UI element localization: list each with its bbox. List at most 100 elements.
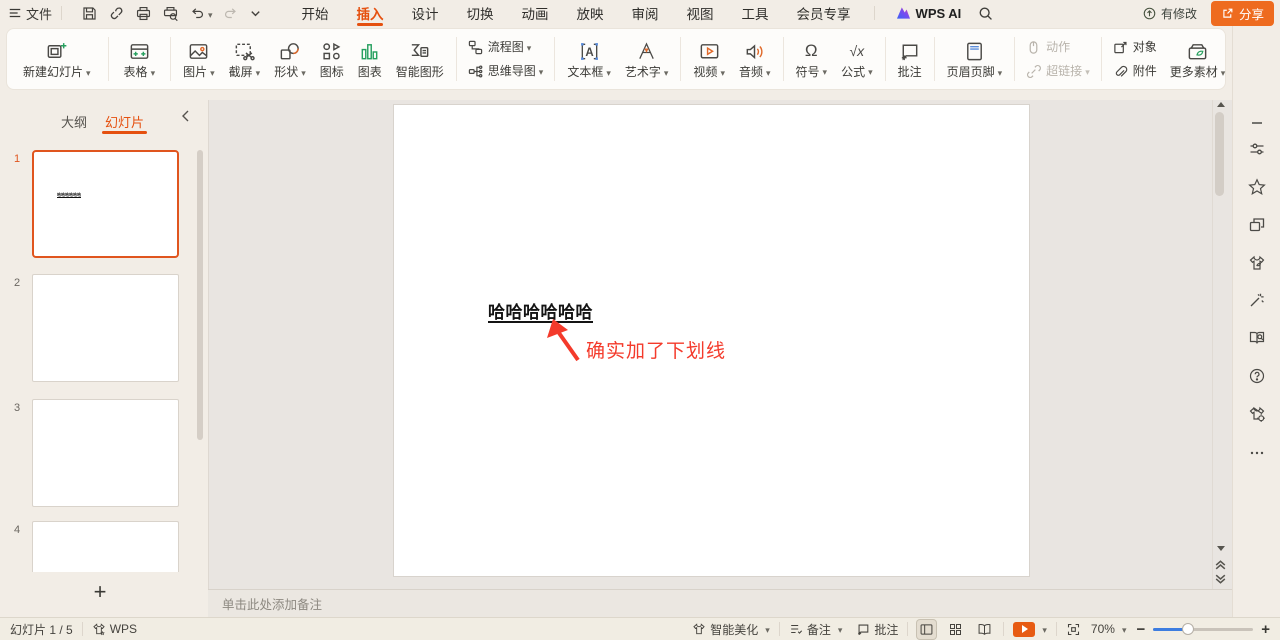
tab-home[interactable]: 开始: [288, 0, 343, 26]
print-icon[interactable]: [135, 5, 152, 22]
slide-number: 3: [14, 402, 20, 414]
ribbon-screenshot-button[interactable]: 截屏: [222, 40, 268, 79]
divider: [61, 6, 62, 20]
print-preview-icon[interactable]: [162, 5, 179, 22]
ribbon-audio-button[interactable]: 音频: [732, 40, 778, 79]
adjust-sliders-icon[interactable]: [1233, 140, 1280, 158]
skin-clothes-gear-icon[interactable]: [1233, 405, 1280, 423]
ribbon-smart-graphic-button[interactable]: 智能图形: [389, 40, 451, 78]
toolbar-more-chevron-icon[interactable]: [249, 7, 262, 20]
red-arrow-annotation[interactable]: [546, 318, 584, 362]
reading-view-button[interactable]: [975, 620, 994, 639]
ribbon-chart-button[interactable]: 图表: [351, 40, 389, 78]
tab-tools[interactable]: 工具: [728, 0, 783, 26]
ribbon-mindmap-button[interactable]: 思维导图: [468, 64, 544, 79]
tab-animation[interactable]: 动画: [508, 0, 563, 26]
flowchart-icon: [468, 40, 483, 55]
tab-slides[interactable]: 幻灯片: [102, 108, 147, 134]
comment-toggle-button[interactable]: 批注: [856, 621, 898, 638]
more-dots-icon[interactable]: [1233, 444, 1280, 462]
notes-placeholder: 单击此处添加备注: [222, 594, 322, 613]
ribbon-table-button[interactable]: 表格: [114, 40, 166, 79]
thumbnail-text: 哈哈哈哈哈哈: [57, 192, 81, 198]
fit-to-window-button[interactable]: [1066, 622, 1081, 637]
magic-wand-icon[interactable]: [1233, 291, 1280, 309]
export-pin-icon[interactable]: [108, 5, 125, 22]
wps-skin-button[interactable]: WPS: [92, 622, 137, 636]
tab-transition[interactable]: 切换: [453, 0, 508, 26]
slide-thumbnail-1[interactable]: 哈哈哈哈哈哈: [32, 150, 179, 258]
play-slideshow-button[interactable]: [1013, 622, 1047, 637]
zoom-slider-knob[interactable]: [1182, 623, 1194, 635]
ribbon-icon-library-button[interactable]: 图标: [313, 40, 351, 78]
share-button[interactable]: 分享: [1211, 1, 1274, 26]
zoom-level-button[interactable]: 70%: [1091, 622, 1127, 636]
wps-ai-button[interactable]: WPS AI: [896, 6, 962, 21]
zoom-slider[interactable]: [1153, 623, 1253, 635]
ribbon-textbox-button[interactable]: A 文本框: [560, 40, 618, 79]
zoom-in-button[interactable]: +: [1261, 621, 1270, 638]
canvas-scrollbar-thumb[interactable]: [1215, 112, 1224, 196]
ribbon-header-footer-button[interactable]: 页眉页脚: [940, 40, 1010, 79]
help-icon[interactable]: [1233, 367, 1280, 385]
scroll-up-arrow-icon[interactable]: [1217, 102, 1225, 107]
slide-panel: 大纲 幻灯片 1 哈哈哈哈哈哈 2 3 4 +: [0, 100, 208, 617]
slide-thumbnail-3[interactable]: [32, 399, 179, 507]
ribbon-attachment-button[interactable]: 附件: [1113, 64, 1157, 79]
app-menu-button[interactable]: 文件: [8, 4, 52, 23]
tab-outline[interactable]: 大纲: [58, 108, 90, 134]
previous-slide-button[interactable]: [1214, 558, 1228, 570]
scroll-down-arrow-icon[interactable]: [1217, 546, 1225, 551]
hyperlink-icon: [1026, 64, 1041, 79]
red-annotation-text-box[interactable]: 确实加了下划线: [586, 336, 726, 363]
ribbon-wordart-button[interactable]: 艺术字: [618, 40, 676, 79]
ribbon-flowchart-button[interactable]: 流程图: [468, 40, 544, 55]
tab-review[interactable]: 审阅: [618, 0, 673, 26]
save-icon[interactable]: [81, 5, 98, 22]
slide-sorter-view-button[interactable]: [946, 620, 965, 639]
ribbon-action-button-disabled: 动作: [1026, 40, 1090, 55]
mouse-action-icon: [1026, 40, 1041, 55]
ribbon-video-button[interactable]: 视频: [686, 40, 732, 79]
ribbon-symbol-button[interactable]: Ω 符号: [789, 40, 835, 78]
tab-member[interactable]: 会员专享: [783, 0, 865, 26]
textbox-icon: A: [578, 40, 601, 63]
ribbon-comment-button[interactable]: 批注: [891, 40, 929, 78]
notes-toggle-button[interactable]: 备注: [789, 621, 843, 638]
tab-insert[interactable]: 插入: [343, 0, 398, 26]
tab-slideshow[interactable]: 放映: [563, 0, 618, 26]
modified-status-button[interactable]: 有修改: [1142, 5, 1197, 22]
collapse-panel-chevron-icon[interactable]: [181, 110, 190, 122]
switch-shape-icon[interactable]: [1233, 216, 1280, 234]
redo-button[interactable]: [223, 5, 239, 21]
ribbon-picture-button[interactable]: 图片: [176, 40, 222, 79]
add-slide-button[interactable]: +: [0, 580, 200, 604]
tab-design[interactable]: 设计: [398, 0, 453, 26]
editing-canvas[interactable]: 哈哈哈哈哈哈 确实加了下划线: [208, 100, 1232, 589]
slide-page[interactable]: 哈哈哈哈哈哈 确实加了下划线: [394, 105, 1029, 576]
undo-caret-icon: [205, 6, 213, 21]
slide-thumbnail-2[interactable]: [32, 274, 179, 382]
icon-library-icon: [320, 40, 343, 63]
ribbon-object-button[interactable]: 对象: [1113, 40, 1157, 55]
collapse-icon[interactable]: [1233, 114, 1280, 132]
mindmap-icon: [468, 64, 483, 79]
slide-thumbnail-4[interactable]: [32, 521, 179, 572]
undo-button[interactable]: [189, 5, 213, 21]
ribbon-shapes-button[interactable]: 形状: [267, 40, 313, 79]
find-search-book-icon[interactable]: [1233, 329, 1280, 347]
effects-star-icon[interactable]: [1233, 178, 1280, 196]
normal-view-button[interactable]: [917, 620, 936, 639]
tab-view[interactable]: 视图: [673, 0, 728, 26]
next-slide-button[interactable]: [1214, 573, 1228, 585]
ribbon-more-assets-button[interactable]: 更多素材: [1163, 40, 1233, 79]
smart-beautify-button[interactable]: 智能美化: [692, 621, 770, 638]
assets-clothes-icon[interactable]: [1233, 254, 1280, 272]
zoom-out-button[interactable]: −: [1136, 621, 1145, 638]
slide-panel-scrollbar[interactable]: [197, 150, 203, 440]
notes-bar[interactable]: 单击此处添加备注: [208, 589, 1232, 617]
search-icon[interactable]: [977, 5, 994, 22]
ribbon-new-slide-button[interactable]: 新建幻灯片: [11, 40, 103, 79]
ribbon-formula-button[interactable]: √x 公式: [834, 40, 880, 78]
wps-ai-logo-icon: [896, 6, 911, 20]
